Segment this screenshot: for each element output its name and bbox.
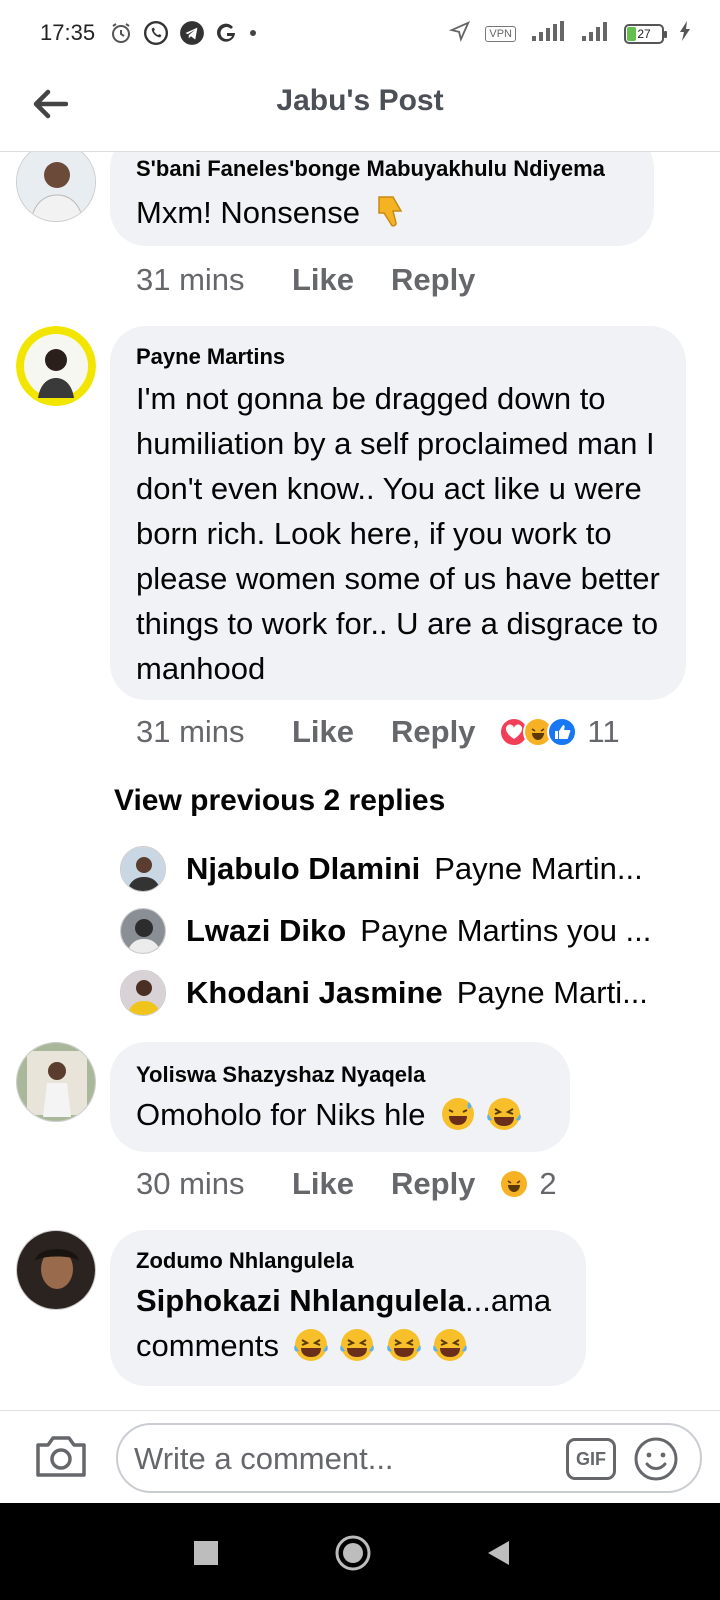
- reply-preview[interactable]: Njabulo Dlamini Payne Martin...: [120, 846, 680, 892]
- haha-reaction-icon: [499, 1169, 530, 1199]
- comment-text: I'm not gonna be dragged down to humilia…: [136, 381, 660, 686]
- comment-author[interactable]: Yoliswa Shazyshaz Nyaqela: [136, 1062, 544, 1088]
- home-button[interactable]: [333, 1533, 373, 1573]
- alarm-icon: [109, 21, 133, 45]
- reaction-count: 11: [587, 714, 620, 749]
- reply-author[interactable]: Lwazi Diko: [186, 913, 346, 949]
- vpn-icon: VPN: [485, 26, 516, 42]
- comment-text: Mxm! Nonsense: [136, 190, 628, 235]
- page-title: Jabu's Post: [276, 84, 444, 117]
- reply-preview[interactable]: Lwazi Diko Payne Martins you ...: [120, 908, 680, 954]
- comment-input-placeholder: Write a comment...: [134, 1441, 394, 1476]
- sweat-smile-emoji-icon: [442, 1098, 475, 1130]
- comment-input[interactable]: Write a comment... GIF: [116, 1423, 702, 1493]
- camera-icon: [36, 1436, 86, 1477]
- comment-bubble[interactable]: Payne Martins I'm not gonna be dragged d…: [110, 326, 686, 700]
- comment-time[interactable]: 31 mins: [136, 714, 292, 750]
- reply-preview-text: Payne Marti...: [456, 975, 648, 1010]
- reply-preview-text: Payne Martin...: [434, 851, 643, 886]
- reactions-summary[interactable]: 2: [499, 1166, 557, 1202]
- comment-meta: 31 mins Like Reply: [136, 262, 475, 298]
- gif-button[interactable]: GIF: [566, 1438, 616, 1480]
- comment-composer: Write a comment... GIF: [0, 1410, 720, 1503]
- reply-preview[interactable]: Khodani Jasmine Payne Marti...: [120, 970, 680, 1016]
- recents-button[interactable]: [186, 1533, 226, 1573]
- back-nav-button[interactable]: [478, 1533, 518, 1573]
- camera-button[interactable]: [34, 1431, 88, 1481]
- comment-author[interactable]: S'bani Faneles'bonge Mabuyakhulu Ndiyema: [136, 156, 628, 182]
- comment-text-content: Omoholo for Niks hle: [136, 1097, 426, 1132]
- whatsapp-icon: [143, 20, 169, 46]
- charging-icon: [678, 20, 692, 48]
- laughing-emoji-icon: [486, 1098, 521, 1130]
- laughing-emoji-icon: [340, 1329, 375, 1361]
- comment-author[interactable]: Payne Martins: [136, 344, 660, 370]
- comment-time[interactable]: 30 mins: [136, 1166, 292, 1202]
- triangle-back-icon: [488, 1541, 509, 1565]
- emoji-icon: [634, 1437, 678, 1481]
- reply-author[interactable]: Njabulo Dlamini: [186, 851, 420, 887]
- like-button[interactable]: Like: [292, 714, 391, 750]
- comment-bubble[interactable]: Zodumo Nhlangulela Siphokazi Nhlangulela…: [110, 1230, 586, 1386]
- battery-level: 27: [637, 27, 651, 41]
- reply-button[interactable]: Reply: [391, 262, 475, 298]
- thumbs-down-emoji-icon: [377, 196, 402, 227]
- status-right: VPN 27: [449, 20, 692, 48]
- signal-icon: [580, 20, 610, 48]
- system-nav-bar: [0, 1503, 720, 1600]
- comment-bubble[interactable]: S'bani Faneles'bonge Mabuyakhulu Ndiyema…: [110, 152, 654, 246]
- comment-mention[interactable]: Siphokazi Nhlangulela: [136, 1283, 465, 1318]
- comment-text: Omoholo for Niks hle: [136, 1092, 544, 1137]
- avatar[interactable]: [16, 1230, 96, 1310]
- reply-preview-text: Payne Martins you ...: [360, 913, 652, 948]
- like-button[interactable]: Like: [292, 262, 391, 298]
- battery-icon: 27: [624, 24, 667, 44]
- signal-icon: [530, 20, 566, 48]
- reply-button[interactable]: Reply: [391, 1166, 475, 1202]
- avatar[interactable]: [16, 326, 96, 406]
- telegram-icon: [179, 20, 205, 46]
- avatar[interactable]: [120, 908, 166, 954]
- reply-author[interactable]: Khodani Jasmine: [186, 975, 443, 1011]
- laughing-emoji-icon: [293, 1329, 328, 1361]
- status-bar: 17:35 VPN 27: [0, 0, 720, 66]
- comment-text: Siphokazi Nhlangulela...ama comments: [136, 1278, 560, 1368]
- location-icon: [449, 20, 471, 48]
- comment-author[interactable]: Zodumo Nhlangulela: [136, 1248, 560, 1274]
- like-reaction-icon: [547, 717, 578, 747]
- like-button[interactable]: Like: [292, 1166, 391, 1202]
- square-icon: [194, 1541, 218, 1565]
- laughing-emoji-icon: [433, 1329, 468, 1361]
- status-time: 17:35: [40, 20, 96, 45]
- avatar[interactable]: [120, 970, 166, 1016]
- reactions-summary[interactable]: 11: [499, 714, 620, 750]
- comments-feed[interactable]: S'bani Faneles'bonge Mabuyakhulu Ndiyema…: [0, 152, 720, 1410]
- comment-time[interactable]: 31 mins: [136, 262, 292, 298]
- comment-meta: 31 mins Like Reply 11: [136, 714, 620, 750]
- avatar[interactable]: [120, 846, 166, 892]
- google-icon: [215, 21, 239, 45]
- comment-bubble[interactable]: Yoliswa Shazyshaz Nyaqela Omoholo for Ni…: [110, 1042, 570, 1152]
- comment-meta: 30 mins Like Reply 2: [136, 1166, 557, 1202]
- circle-icon: [335, 1535, 371, 1571]
- reply-button[interactable]: Reply: [391, 714, 475, 750]
- reaction-count: 2: [539, 1166, 557, 1201]
- avatar[interactable]: [16, 1042, 96, 1122]
- app-header: Jabu's Post: [0, 66, 720, 152]
- laughing-emoji-icon: [387, 1329, 421, 1361]
- emoji-button[interactable]: [632, 1435, 680, 1483]
- view-previous-replies-button[interactable]: View previous 2 replies: [114, 784, 445, 818]
- dot-icon: [249, 29, 257, 37]
- avatar[interactable]: [16, 152, 96, 222]
- comment-text-content: Mxm! Nonsense: [136, 195, 360, 230]
